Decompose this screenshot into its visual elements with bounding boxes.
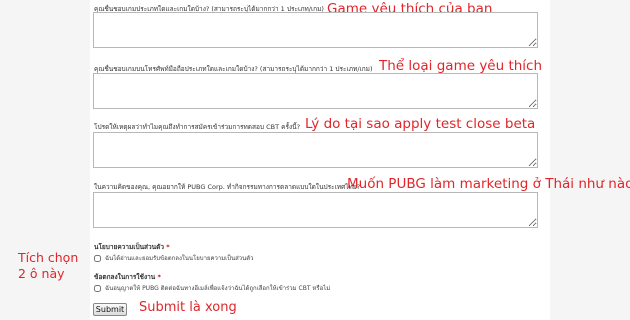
privacy-title: นโยบายความเป็นส่วนตัว *: [94, 242, 170, 252]
question-1-textarea[interactable]: [93, 12, 538, 48]
privacy-required-mark: *: [166, 243, 170, 251]
privacy-checkbox-row[interactable]: ฉันได้อ่านและยอมรับข้อตกลงในนโยบายความเป…: [94, 253, 254, 263]
terms-checkbox[interactable]: [94, 284, 101, 292]
terms-checkbox-label[interactable]: ฉันอนุญาตให้ PUBG ติดต่อฉันทางอีเมล์เพื่…: [105, 283, 330, 293]
question-2-textarea[interactable]: [93, 73, 538, 109]
question-4-annotation: Muốn PUBG làm marketing ở Thái như nào: [347, 176, 630, 192]
terms-title: ข้อตกลงในการใช้งาน *: [94, 272, 161, 282]
privacy-checkbox-label[interactable]: ฉันได้อ่านและยอมรับข้อตกลงในนโยบายความเป…: [105, 253, 254, 263]
question-3-textarea[interactable]: [93, 132, 538, 168]
question-4-textarea[interactable]: [93, 192, 538, 228]
question-3-label: โปรดให้เหตุผลว่าทำไมคุณถึงทำการสมัครเข้า…: [94, 123, 301, 131]
question-4-label: ในความคิดของคุณ, คุณอยากให้ PUBG Corp. ท…: [94, 183, 361, 191]
privacy-checkbox[interactable]: [94, 254, 101, 262]
terms-checkbox-row[interactable]: ฉันอนุญาตให้ PUBG ติดต่อฉันทางอีเมล์เพื่…: [94, 283, 330, 293]
terms-required-mark: *: [157, 273, 161, 281]
question-2-annotation: Thể loại game yêu thích: [379, 58, 543, 74]
submit-annotation: Submit là xong: [139, 300, 237, 315]
submit-button[interactable]: Submit: [93, 303, 127, 316]
question-3-annotation: Lý do tại sao apply test close beta: [305, 116, 536, 132]
privacy-title-text: นโยบายความเป็นส่วนตัว: [94, 243, 164, 251]
terms-title-text: ข้อตกลงในการใช้งาน: [94, 273, 156, 281]
side-note-line-1: Tích chọn: [18, 250, 79, 265]
side-note-line-2: 2 ô này: [18, 266, 65, 281]
